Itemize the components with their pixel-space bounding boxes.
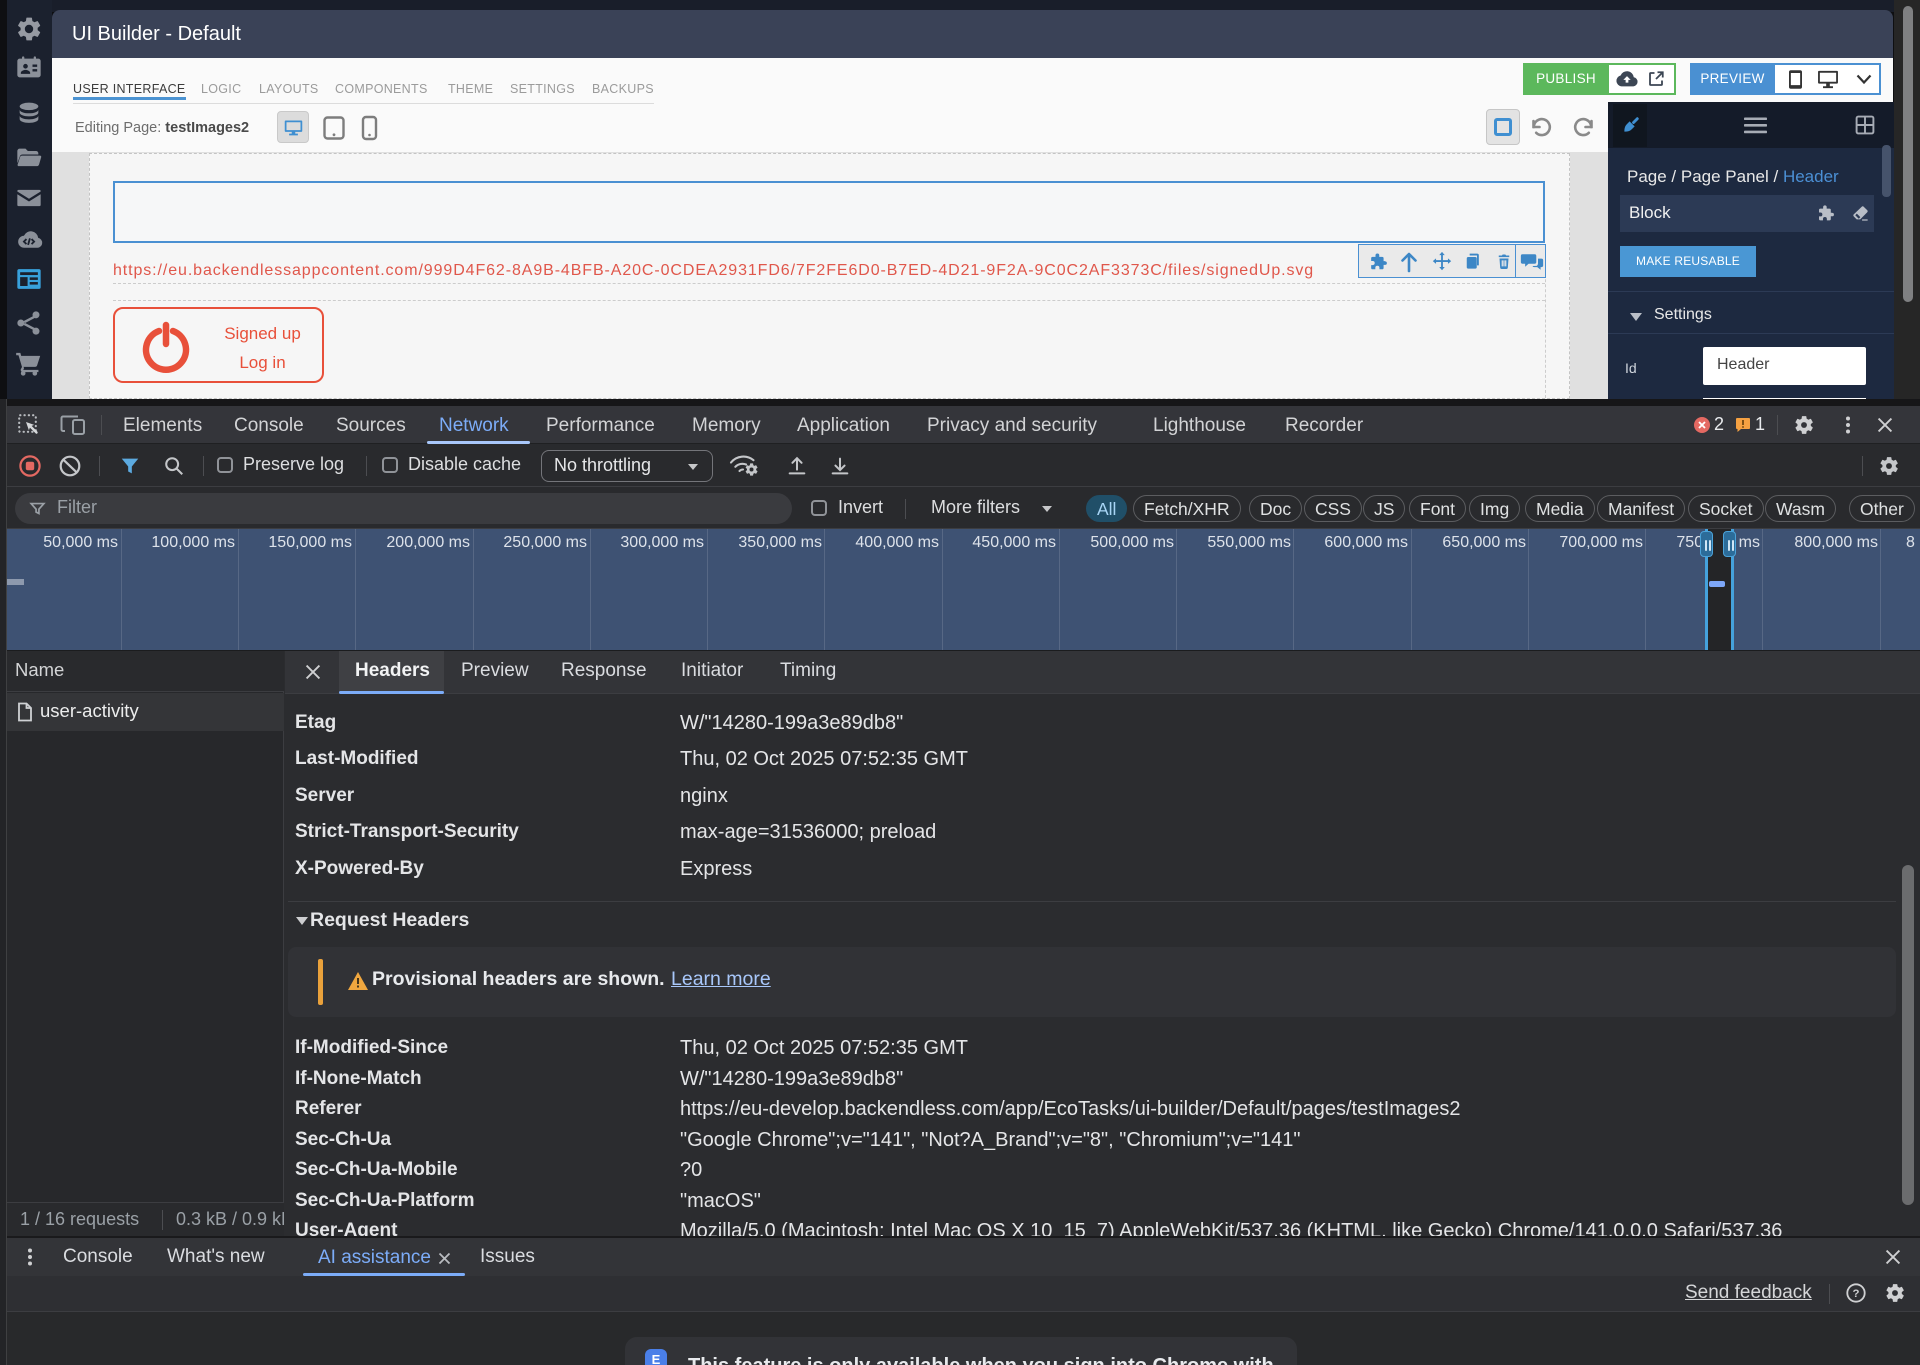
svg-text:?: ?	[1853, 1288, 1860, 1300]
